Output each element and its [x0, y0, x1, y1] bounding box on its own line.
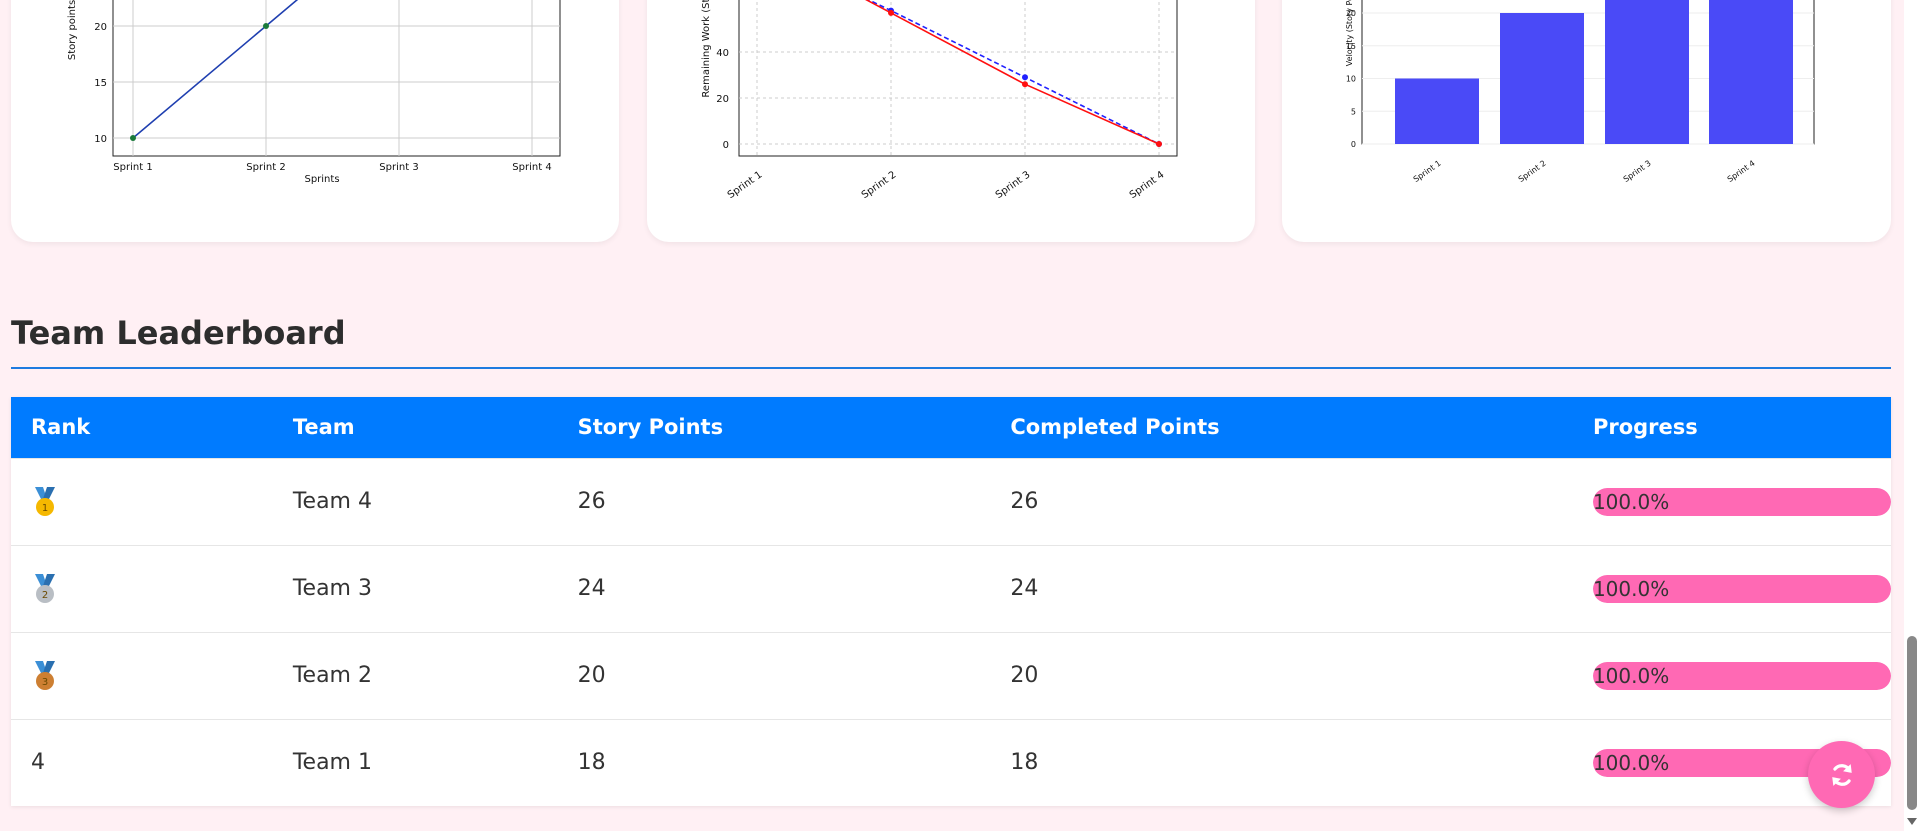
y-axis-label: Remaining Work (Story: [701, 0, 712, 98]
data-point: [1022, 74, 1028, 81]
plot-frame: [738, 0, 1178, 157]
x-tick-label: Sprint 4: [1726, 159, 1757, 184]
progress-bar: 100.0%: [1592, 661, 1891, 690]
leaderboard-table: Rank Team Story Points Completed Points …: [11, 397, 1891, 806]
medal-number: 1: [42, 503, 48, 514]
rank-cell: 2: [11, 544, 273, 632]
y-axis-label: Velocity (Story Poi: [1345, 0, 1354, 66]
velocity-chart: 05101520Sprint 1 Sprint 2 Sprint 3 Sprint 4…: [1345, 0, 1815, 184]
team-cell: Team 4: [272, 457, 558, 545]
y-tick-label: 0: [723, 140, 729, 151]
rank-cell: 1: [11, 457, 273, 545]
header-completed-points[interactable]: Completed Points: [990, 397, 1573, 458]
x-tick-label: Sprint 3: [1622, 159, 1653, 184]
data-point: [1156, 141, 1162, 147]
y-axis-label: Story points: [67, 0, 78, 60]
story-points-chart-card: 10 15 20 Sprint 1 Sprint 2 Sprint 3 Sprint 4 Sp…: [11, 0, 619, 242]
y-tick-label: 10: [1346, 75, 1356, 84]
page-scrollbar[interactable]: [1904, 0, 1920, 831]
x-tick-label: Sprint 4: [512, 162, 551, 173]
progress-label: 100.0%: [1592, 663, 1670, 688]
x-tick-label: Sprint 2: [860, 169, 899, 201]
silver-medal-icon: 2: [35, 573, 55, 603]
completed-points-cell: 20: [990, 631, 1573, 719]
x-tick-label: Sprint 1: [1412, 159, 1443, 184]
y-tick-label: 20: [94, 22, 107, 33]
x-tick-label: Sprint 4: [1128, 169, 1167, 201]
scrollbar-thumb[interactable]: [1907, 636, 1917, 810]
velocity-bar: [1500, 13, 1584, 144]
y-tick-label: 15: [94, 78, 107, 89]
completed-points-cell: 26: [990, 457, 1573, 545]
progress-cell: 100.0%: [1572, 457, 1891, 545]
section-divider: [11, 367, 1891, 369]
refresh-button[interactable]: [1808, 741, 1875, 808]
x-tick-label: Sprint 2: [246, 162, 285, 173]
gold-medal-icon: 1: [35, 486, 55, 516]
rank-cell: 3: [11, 631, 273, 719]
burndown-chart: 0 20 40 Sprint 1 Sprint 2 Sprint 3 Sprint 4 Rem…: [701, 0, 1178, 201]
leaderboard-title: Team Leaderboard: [11, 314, 346, 352]
burndown-chart-card: 0 20 40 Sprint 1 Sprint 2 Sprint 3 Sprint 4 Rem…: [647, 0, 1255, 242]
progress-bar: 100.0%: [1592, 574, 1891, 603]
table-row: 1 Team 4 26 26 100.0%: [11, 457, 1891, 545]
header-rank[interactable]: Rank: [11, 397, 273, 458]
progress-bar: 100.0%: [1592, 487, 1891, 516]
velocity-bar: [1709, 0, 1793, 144]
team-cell: Team 1: [272, 718, 558, 806]
table-row: 3 Team 2 20 20 100.0%: [11, 631, 1891, 719]
y-tick-label: 40: [716, 48, 729, 59]
data-point: [1022, 81, 1028, 88]
story-points-cell: 24: [557, 544, 991, 632]
bronze-medal-icon: 3: [35, 660, 55, 690]
actual-burndown-line: [865, 0, 1160, 145]
y-tick-label: 5: [1351, 107, 1356, 116]
x-tick-label: Sprint 1: [726, 169, 765, 201]
plot-frame: [112, 0, 561, 157]
progress-label: 100.0%: [1592, 489, 1670, 514]
data-point: [263, 23, 269, 29]
team-cell: Team 2: [272, 631, 558, 719]
progress-cell: 100.0%: [1572, 544, 1891, 632]
velocity-chart-card: 0 5 10 15 20 Sprint 1 Sprint 2 Sprint 3 Sprint 4…: [1282, 0, 1891, 242]
ideal-burndown-line: [867, 0, 1160, 145]
y-tick-label: 20: [716, 94, 729, 105]
story-points-cell: 18: [557, 718, 991, 806]
rank-cell: 4: [11, 718, 273, 806]
x-tick-label: Sprint 3: [994, 169, 1033, 201]
x-tick-label: Sprint 2: [1517, 159, 1548, 184]
refresh-icon: [1831, 763, 1852, 786]
header-story-points[interactable]: Story Points: [558, 397, 991, 458]
y-tick-label: 10: [94, 134, 107, 145]
table-row: 4 Team 1 18 18 100.0%: [11, 718, 1891, 806]
medal-number: 2: [42, 590, 48, 601]
completed-points-cell: 24: [990, 544, 1573, 632]
completed-points-cell: 18: [990, 718, 1573, 806]
story-points-cell: 26: [557, 457, 991, 545]
medal-number: 3: [42, 677, 48, 688]
x-tick-label: Sprint 1: [113, 162, 152, 173]
header-progress[interactable]: Progress: [1573, 397, 1891, 458]
table-header-row: Rank Team Story Points Completed Points …: [11, 397, 1891, 458]
x-axis-label: Sprints: [304, 174, 339, 185]
progress-label: 100.0%: [1592, 576, 1670, 601]
y-tick-label: 0: [1351, 140, 1356, 149]
progress-cell: 100.0%: [1572, 631, 1891, 719]
velocity-bar: [1395, 78, 1479, 144]
velocity-bar: [1605, 0, 1689, 144]
data-point: [130, 135, 136, 141]
dashboard-page: 10 15 20 Sprint 1 Sprint 2 Sprint 3 Sprint 4 Sp…: [0, 0, 1920, 831]
team-cell: Team 3: [272, 544, 558, 632]
scroll-down-arrow-icon[interactable]: [1907, 818, 1917, 825]
header-team[interactable]: Team: [273, 397, 558, 458]
progress-label: 100.0%: [1592, 750, 1670, 775]
story-points-cell: 20: [557, 631, 991, 719]
story-points-chart: 10 15 20 Sprint 1 Sprint 2 Sprint 3 Sprint 4 Sp…: [67, 0, 561, 185]
data-point: [888, 9, 894, 16]
x-tick-label: Sprint 3: [379, 162, 418, 173]
table-row: 2 Team 3 24 24 100.0%: [11, 544, 1891, 632]
series-line: [132, 0, 299, 139]
